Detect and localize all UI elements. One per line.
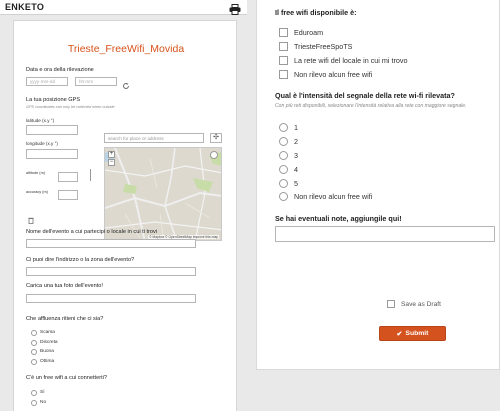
photo-upload-input[interactable] <box>26 294 196 303</box>
crowd-option[interactable]: Ottima <box>31 358 54 365</box>
gps-hint: GPS coordinates can only be collected wh… <box>26 105 115 109</box>
datetime-label: Data e ora della rilevazione <box>26 67 94 73</box>
crosshair-icon[interactable]: ✣ <box>210 133 222 143</box>
photo-label: Carica una tua foto dell'evento! <box>26 283 103 289</box>
longitude-input[interactable] <box>26 149 78 159</box>
notes-input[interactable] <box>275 226 495 242</box>
map-divider <box>90 169 91 181</box>
print-icon[interactable] <box>229 2 241 15</box>
wifi-option[interactable]: La rete wifi del locale in cui mi trovo <box>279 55 407 65</box>
longitude-label: longitude (x.y °) <box>26 141 58 146</box>
gps-label: La tua posizione GPS <box>26 97 81 103</box>
freewifi-label: C'è un free wifi a cui connetterti? <box>26 375 107 381</box>
crowd-option[interactable]: Buona <box>31 348 54 355</box>
form-title: Trieste_FreeWifi_Movida <box>67 43 185 55</box>
refresh-icon[interactable] <box>122 77 130 89</box>
zoom-out-button[interactable]: − <box>108 159 115 166</box>
wifi-question: Il free wifi disponibile è: <box>275 8 357 17</box>
checkmark-icon: ✔ <box>396 330 403 338</box>
wifi-option[interactable]: Non rilevo alcun free wifi <box>279 69 372 79</box>
top-bar: ENKETO <box>0 0 247 15</box>
map-widget: search for place or address ✣ + − © Mapb… <box>104 133 222 241</box>
map-search-input[interactable]: search for place or address <box>104 133 204 143</box>
signal-option[interactable]: 2 <box>279 136 298 146</box>
form-preview-pane: ENKETO Trieste_FreeWifi_Movida Data e or… <box>0 0 247 411</box>
date-input[interactable]: yyyy-mm-dd <box>26 77 68 86</box>
signal-option[interactable]: 1 <box>279 122 298 132</box>
submit-button[interactable]: ✔ Submit <box>379 326 446 341</box>
time-input[interactable]: hh:mm <box>75 77 117 86</box>
crowd-option[interactable]: Discreta <box>31 339 58 346</box>
address-label: Ci puoi dire l'indirizzo o la zona dell'… <box>26 257 135 263</box>
signal-option[interactable]: 5 <box>279 178 298 188</box>
freewifi-option[interactable]: Sì <box>31 389 45 396</box>
signal-option[interactable]: 3 <box>279 150 298 160</box>
wifi-option[interactable]: Eduroam <box>279 27 323 37</box>
signal-question: Qual è l'intensità del segnale della ret… <box>275 91 455 100</box>
address-input[interactable] <box>26 267 196 276</box>
signal-option[interactable]: Non rilevo alcun free wifi <box>279 191 372 201</box>
event-name-input[interactable] <box>26 239 196 248</box>
brand-logo: ENKETO <box>5 2 45 12</box>
accuracy-label: accuracy (m) <box>26 190 48 194</box>
signal-hint: Con più reti disponibili, selezionare l'… <box>275 103 467 109</box>
trash-icon[interactable] <box>28 211 34 225</box>
freewifi-option[interactable]: No <box>31 399 46 406</box>
latitude-input[interactable] <box>26 125 78 135</box>
event-name-label: Nome dell'evento a cui partecipi o local… <box>26 229 158 235</box>
save-as-draft-checkbox[interactable]: Save as Draft <box>387 299 441 309</box>
map-layers-icon[interactable] <box>210 151 218 159</box>
signal-option[interactable]: 4 <box>279 164 298 174</box>
notes-question: Se hai eventuali note, aggiungile qui! <box>275 214 402 223</box>
altitude-input[interactable] <box>58 172 78 182</box>
map-canvas[interactable]: + − © Mapbox © OpenStreetMap Improve thi… <box>104 147 222 241</box>
form-paper: Trieste_FreeWifi_Movida Data e ora della… <box>13 20 237 411</box>
form-page-panel: Il free wifi disponibile è: Eduroam Trie… <box>256 0 500 370</box>
accuracy-input[interactable] <box>58 190 78 200</box>
crowd-option[interactable]: Scarsa <box>31 329 55 336</box>
altitude-label: altitude (m) <box>26 171 45 175</box>
latitude-label: latitude (x.y °) <box>26 118 55 123</box>
crowd-label: Che affluenza ritieni che ci sia? <box>26 316 104 322</box>
zoom-in-button[interactable]: + <box>108 151 115 158</box>
wifi-option[interactable]: TriesteFreeSpoTS <box>279 41 352 51</box>
